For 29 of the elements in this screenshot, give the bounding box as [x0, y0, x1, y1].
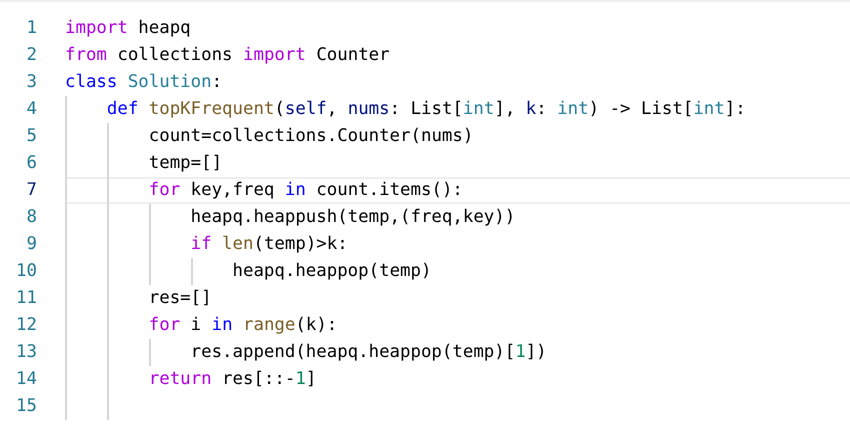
code-line: for i in range(k): [148, 314, 338, 337]
line-number: 15 [15, 395, 37, 418]
line-number: 8 [26, 206, 37, 229]
line-number: 1 [26, 17, 37, 40]
code-line: count=collections.Counter(nums) [148, 125, 474, 148]
code-line: heapq.heappush(temp,(freq,key)) [190, 206, 516, 229]
line-number: 14 [15, 368, 37, 391]
line-number: 7 [26, 179, 37, 202]
code-line: def topKFrequent(self, nums: List[int], k: int) -> List[int]: [106, 98, 746, 121]
code-line: import heapq [65, 17, 191, 40]
line-number: 12 [15, 314, 37, 337]
code-line: heapq.heappop(temp) [232, 260, 432, 283]
code-line: return res[::-1] [148, 368, 316, 391]
code-line: if len(temp)>k: [190, 233, 348, 256]
line-number: 3 [26, 71, 37, 94]
line-number: 2 [26, 44, 37, 67]
line-number: 4 [26, 98, 37, 121]
code-line: class Solution: [65, 71, 222, 94]
code-line: for key,freq in count.items(): [148, 179, 463, 202]
line-number: 9 [26, 233, 37, 256]
line-number: 13 [15, 341, 37, 364]
line-number: 5 [26, 125, 37, 148]
code-line: temp=[] [148, 152, 222, 175]
line-number: 11 [15, 287, 37, 310]
code-line: res=[] [148, 287, 212, 310]
code-line: from collections import Counter [65, 44, 390, 67]
code-line: res.append(heapq.heappop(temp)[1]) [190, 341, 547, 364]
line-number: 10 [15, 260, 37, 283]
line-number: 6 [26, 152, 37, 175]
